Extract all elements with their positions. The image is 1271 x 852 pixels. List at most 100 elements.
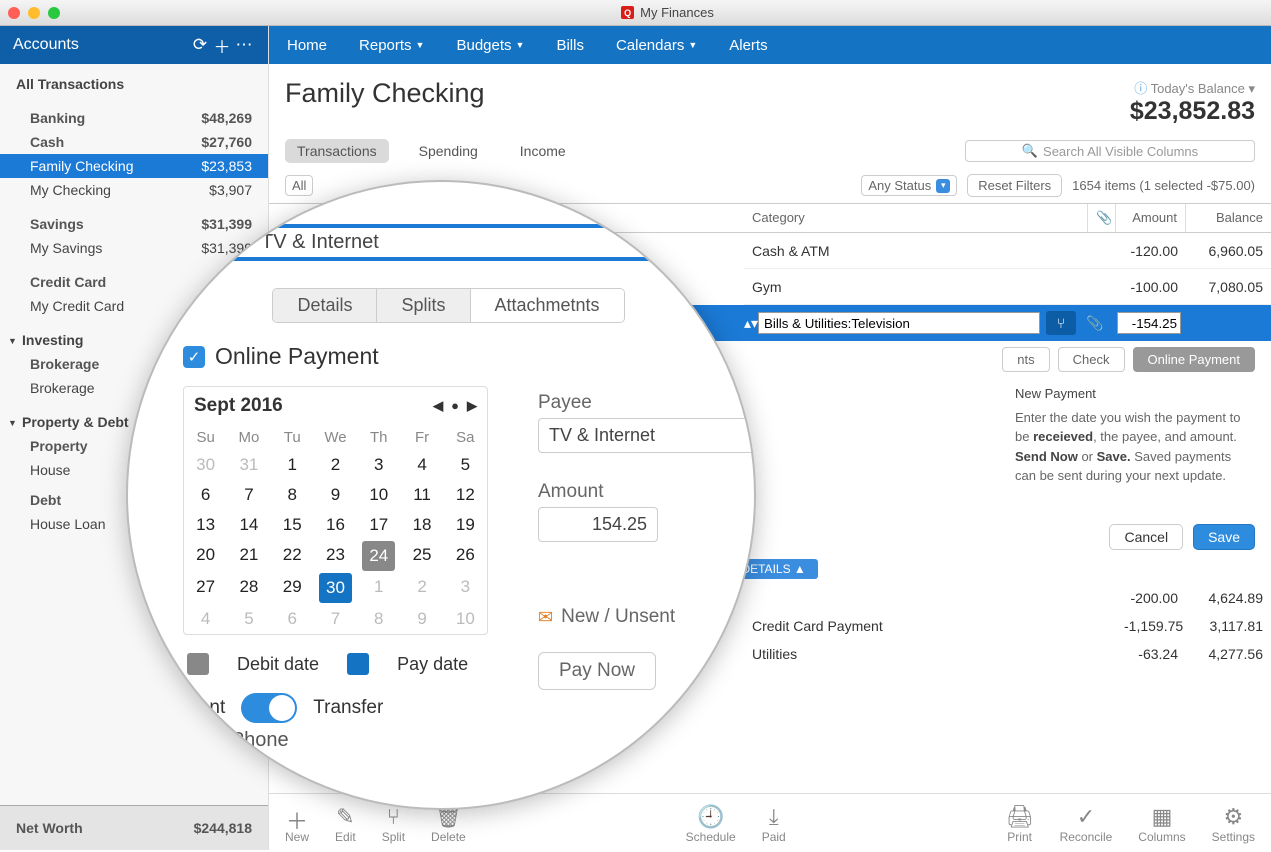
table-row[interactable]: Credit Card Payment-1,159.753,117.81 — [744, 612, 1271, 640]
calendar-day[interactable]: 25 — [400, 540, 443, 572]
payment-amount-input[interactable] — [538, 507, 658, 542]
calendar-day[interactable]: 9 — [314, 480, 357, 510]
calendar-day[interactable]: 9 — [400, 604, 443, 634]
calendar-day[interactable]: 26 — [444, 540, 487, 572]
col-attachment[interactable]: 📎 — [1088, 204, 1116, 232]
sidebar-all-transactions[interactable]: All Transactions — [0, 72, 268, 96]
calendar-day[interactable]: 5 — [444, 450, 487, 480]
subtab[interactable]: Online Payment — [1133, 347, 1256, 372]
nav-alerts[interactable]: Alerts — [729, 37, 767, 54]
calendar-day[interactable]: 10 — [357, 480, 400, 510]
calendar-day[interactable]: 19 — [444, 510, 487, 540]
table-row[interactable]: Gym-100.007,080.05 — [744, 269, 1271, 305]
payee-input[interactable] — [538, 418, 756, 453]
calendar-day[interactable]: 3 — [357, 450, 400, 480]
calendar-day[interactable]: 11 — [400, 480, 443, 510]
calendar-day[interactable]: 5 — [227, 604, 270, 634]
print-button[interactable]: 🖨Print — [1006, 804, 1034, 844]
new-button[interactable]: ＋New — [285, 804, 309, 844]
table-row[interactable]: -200.004,624.89 — [744, 584, 1271, 612]
tab-income[interactable]: Income — [508, 139, 578, 163]
reset-filters-button[interactable]: Reset Filters — [967, 174, 1062, 197]
calendar-day[interactable]: 30 — [184, 450, 227, 480]
status-filter[interactable]: Any Status▾ — [861, 175, 957, 196]
calendar-day[interactable]: 14 — [227, 510, 270, 540]
online-payment-checkbox[interactable]: ✓ — [183, 346, 205, 368]
delete-button[interactable]: 🗑Delete — [431, 804, 466, 844]
calendar-day[interactable]: 31 — [227, 450, 270, 480]
col-category[interactable]: Category — [744, 204, 1088, 232]
calendar-day[interactable]: 17 — [357, 510, 400, 540]
col-balance[interactable]: Balance — [1186, 204, 1271, 232]
calendar-day[interactable]: 13 — [184, 510, 227, 540]
nav-budgets[interactable]: Budgets ▼ — [456, 37, 524, 54]
calendar-day[interactable]: 16 — [314, 510, 357, 540]
reconcile-button[interactable]: ✓Reconcile — [1060, 804, 1113, 844]
calendar-day[interactable]: 24 — [362, 541, 395, 571]
split-icon[interactable]: ⑂ — [1046, 311, 1076, 335]
cal-next-icon[interactable]: ▶ — [467, 398, 477, 414]
save-button[interactable]: Save — [1193, 524, 1255, 550]
nav-bills[interactable]: Bills — [556, 37, 584, 54]
table-row[interactable]: Cash & ATM-120.006,960.05 — [744, 233, 1271, 269]
calendar-day[interactable]: 6 — [271, 604, 314, 634]
calendar[interactable]: Sept 2016 ◀ ● ▶ SuMoTuWeThFrSa3031123456… — [183, 386, 488, 635]
subtab[interactable]: Check — [1058, 347, 1125, 372]
paid-button[interactable]: ⤓Paid — [762, 804, 786, 844]
calendar-day[interactable]: 10 — [444, 604, 487, 634]
tab-spending[interactable]: Spending — [407, 139, 490, 163]
tab-transactions[interactable]: Transactions — [285, 139, 389, 163]
cal-today-icon[interactable]: ● — [451, 398, 459, 414]
add-icon[interactable]: ＋ — [211, 34, 233, 56]
transfer-toggle[interactable] — [241, 693, 297, 723]
calendar-day[interactable]: 4 — [184, 604, 227, 634]
col-amount[interactable]: Amount — [1116, 204, 1186, 232]
calendar-day[interactable]: 1 — [357, 572, 400, 604]
calendar-day[interactable]: 2 — [314, 450, 357, 480]
close-icon[interactable] — [8, 7, 20, 19]
nav-reports[interactable]: Reports ▼ — [359, 37, 424, 54]
calendar-day[interactable]: 6 — [184, 480, 227, 510]
calendar-day[interactable]: 3 — [444, 572, 487, 604]
balance-label[interactable]: Today's Balance ▾ — [1151, 81, 1255, 96]
amount-input[interactable] — [1117, 312, 1181, 334]
calendar-day[interactable]: 8 — [271, 480, 314, 510]
calendar-day[interactable]: 1 — [271, 450, 314, 480]
maximize-icon[interactable] — [48, 7, 60, 19]
calendar-day[interactable]: 23 — [314, 540, 357, 572]
attachment-icon[interactable]: 📎 — [1080, 311, 1110, 335]
nav-home[interactable]: Home — [287, 37, 327, 54]
calendar-day[interactable]: 7 — [227, 480, 270, 510]
pay-now-button[interactable]: Pay Now — [538, 652, 656, 690]
edit-button[interactable]: ✎Edit — [335, 804, 356, 844]
schedule-button[interactable]: 🕘Schedule — [686, 804, 736, 844]
calendar-day[interactable]: 30 — [319, 573, 352, 603]
table-row[interactable]: Utilities-63.244,277.56 — [744, 640, 1271, 668]
calendar-day[interactable]: 22 — [271, 540, 314, 572]
calendar-day[interactable]: 18 — [400, 510, 443, 540]
nav-calendars[interactable]: Calendars ▼ — [616, 37, 697, 54]
calendar-day[interactable]: 28 — [227, 572, 270, 604]
mag-tab[interactable]: Details — [273, 289, 377, 322]
sidebar-item[interactable]: Family Checking$23,853 — [0, 154, 268, 178]
calendar-day[interactable]: 20 — [184, 540, 227, 572]
calendar-day[interactable]: 8 — [357, 604, 400, 634]
calendar-day[interactable]: 21 — [227, 540, 270, 572]
refresh-icon[interactable]: ⟳ — [189, 34, 211, 56]
search-input[interactable]: 🔍Search All Visible Columns — [965, 140, 1255, 162]
calendar-day[interactable]: 27 — [184, 572, 227, 604]
mag-tab[interactable]: Splits — [377, 289, 470, 322]
cancel-button[interactable]: Cancel — [1109, 524, 1183, 550]
calendar-day[interactable]: 12 — [444, 480, 487, 510]
settings-button[interactable]: ⚙Settings — [1212, 804, 1255, 844]
calendar-day[interactable]: 15 — [271, 510, 314, 540]
category-input[interactable] — [758, 312, 1040, 334]
calendar-day[interactable]: 7 — [314, 604, 357, 634]
calendar-day[interactable]: 29 — [271, 572, 314, 604]
sidebar-group[interactable]: Banking$48,269 — [0, 106, 268, 130]
subtab[interactable]: nts — [1002, 347, 1049, 372]
split-button[interactable]: ⑂Split — [382, 804, 405, 844]
mag-tab[interactable]: Attachmetnts — [471, 289, 624, 322]
columns-button[interactable]: ▦Columns — [1138, 804, 1185, 844]
minimize-icon[interactable] — [28, 7, 40, 19]
